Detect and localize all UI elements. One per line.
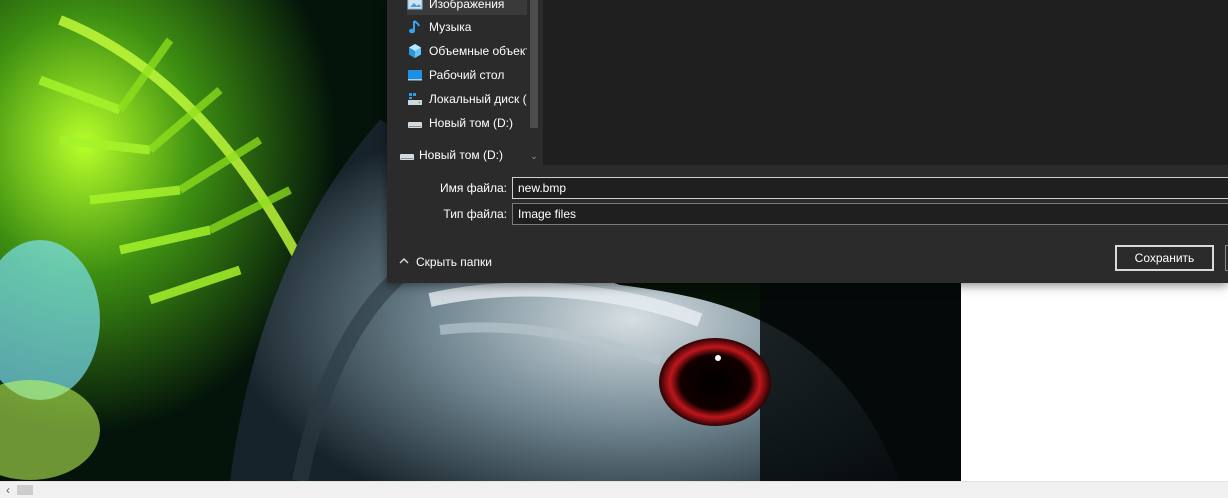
hide-folders-label: Скрыть папки bbox=[416, 255, 492, 269]
file-name-input[interactable]: new.bmp bbox=[512, 177, 1228, 199]
scroll-left-icon[interactable]: ‹ bbox=[0, 482, 16, 498]
local-disk-icon bbox=[407, 91, 423, 107]
save-form: Имя файла: new.bmp Тип файла: Image file… bbox=[387, 165, 1228, 283]
nav-item-label: Новый том (D:) bbox=[429, 116, 513, 130]
nav-item-label: Объемные объекты bbox=[429, 44, 527, 58]
file-name-label: Имя файла: bbox=[440, 181, 507, 195]
scrollbar-thumb[interactable] bbox=[17, 485, 33, 495]
pictures-folder-icon bbox=[407, 0, 423, 12]
chevron-down-icon[interactable]: ⌄ bbox=[529, 150, 539, 162]
nav-item-3d-objects[interactable]: Объемные объекты bbox=[407, 40, 527, 62]
save-as-dialog: Изображения Музыка Объемные объекты Рабо… bbox=[387, 0, 1228, 283]
nav-item-label: Изображения bbox=[429, 0, 505, 11]
drive-icon bbox=[399, 147, 415, 163]
hide-folders-toggle[interactable]: Скрыть папки bbox=[399, 253, 492, 271]
nav-item-label: Новый том (D:) bbox=[419, 148, 503, 162]
chevron-up-icon bbox=[399, 256, 409, 268]
nav-item-desktop[interactable]: Рабочий стол bbox=[407, 64, 527, 86]
save-button[interactable]: Сохранить bbox=[1115, 245, 1214, 271]
nav-item-local-disk[interactable]: Локальный диск (C:) bbox=[407, 88, 527, 110]
navigation-scrollbar[interactable]: ⌄ bbox=[527, 0, 541, 165]
nav-item-music[interactable]: Музыка bbox=[407, 16, 527, 38]
nav-item-pictures[interactable]: Изображения bbox=[407, 0, 527, 15]
nav-item-label: Рабочий стол bbox=[429, 68, 505, 82]
canvas-blank-area bbox=[961, 283, 1228, 481]
navigation-pane: Изображения Музыка Объемные объекты Рабо… bbox=[387, 0, 543, 165]
3d-objects-icon bbox=[407, 43, 423, 59]
drive-icon bbox=[407, 115, 423, 131]
nav-item-drive-d-root[interactable]: Новый том (D:) bbox=[399, 144, 527, 166]
desktop-icon bbox=[407, 67, 423, 83]
nav-item-drive-d[interactable]: Новый том (D:) bbox=[407, 112, 527, 134]
horizontal-scrollbar[interactable]: ‹ bbox=[0, 481, 1228, 498]
file-type-select[interactable]: Image files bbox=[512, 203, 1228, 225]
nav-item-label: Локальный диск (C:) bbox=[429, 92, 527, 106]
file-type-label: Тип файла: bbox=[443, 207, 507, 221]
scrollbar-thumb[interactable] bbox=[530, 0, 538, 128]
file-list-pane[interactable] bbox=[543, 0, 1228, 165]
nav-item-label: Музыка bbox=[429, 20, 472, 34]
music-note-icon bbox=[407, 19, 423, 35]
